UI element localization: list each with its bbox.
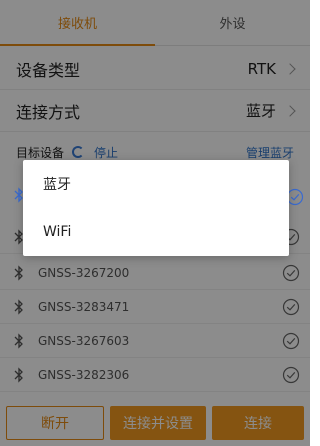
option-wifi-label: WiFi <box>43 224 72 240</box>
option-bluetooth[interactable]: 蓝牙 <box>23 160 289 208</box>
connection-type-dialog: 蓝牙 WiFi <box>23 160 289 256</box>
option-bluetooth-label: 蓝牙 <box>43 177 71 193</box>
option-wifi[interactable]: WiFi <box>23 208 289 256</box>
